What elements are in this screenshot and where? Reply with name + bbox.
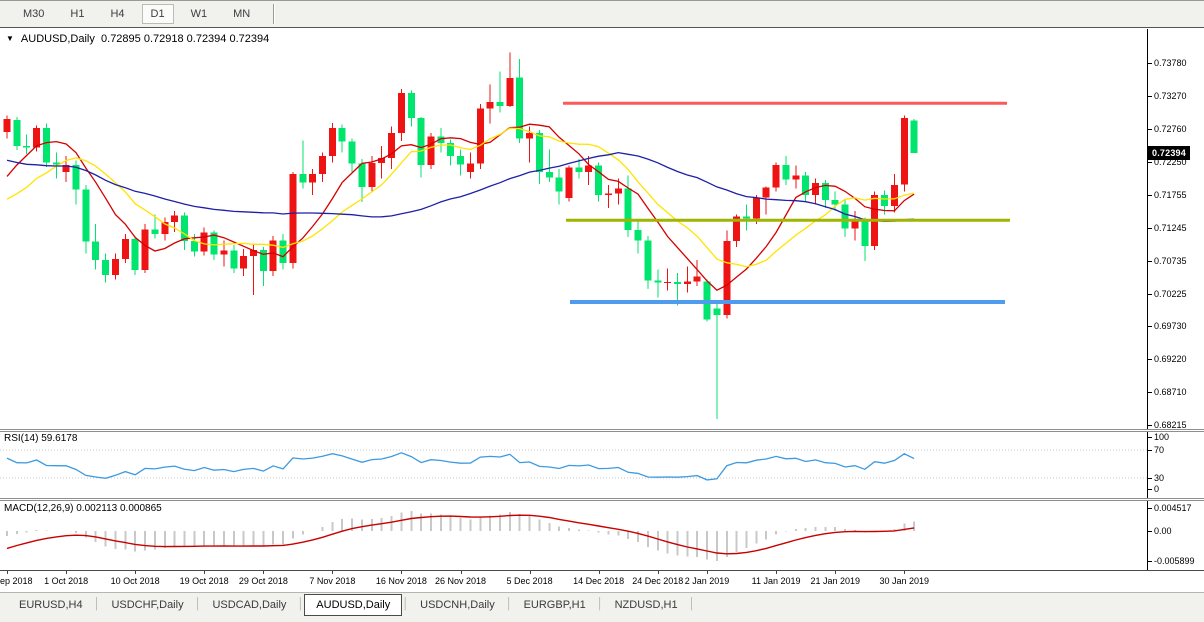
price-axis-label: 0.73780 bbox=[1154, 58, 1187, 68]
macd-window-splitter[interactable] bbox=[0, 498, 1204, 501]
price-tick bbox=[1147, 195, 1152, 196]
rsi-axis-label: 0 bbox=[1154, 484, 1159, 494]
rsi-tick bbox=[1147, 437, 1152, 438]
tab-separator: │ bbox=[94, 598, 101, 610]
price-tick bbox=[1147, 96, 1152, 97]
rsi-window-splitter[interactable] bbox=[0, 429, 1204, 432]
macd-canvas[interactable] bbox=[0, 501, 1147, 570]
date-label: 5 Dec 2018 bbox=[493, 576, 567, 586]
price-tick bbox=[1147, 359, 1152, 360]
tab-eurusd-h4[interactable]: EURUSD,H4 bbox=[8, 595, 94, 615]
time-axis[interactable]: 21 Sep 20181 Oct 201810 Oct 201819 Oct 2… bbox=[0, 571, 1204, 592]
price-tick bbox=[1147, 326, 1152, 327]
mt4-terminal: { "toolbar": { "timeframes": [ {"label":… bbox=[0, 0, 1204, 622]
date-tick bbox=[135, 571, 136, 574]
price-axis-label: 0.70225 bbox=[1154, 289, 1187, 299]
tab-usdchf-daily[interactable]: USDCHF,Daily bbox=[100, 595, 194, 615]
price-axis-label: 0.68215 bbox=[1154, 420, 1187, 430]
price-axis-label: 0.72760 bbox=[1154, 124, 1187, 134]
tab-eurgbp-h1[interactable]: EURGBP,H1 bbox=[513, 595, 597, 615]
date-label: 10 Oct 2018 bbox=[98, 576, 172, 586]
toolbar-separator bbox=[273, 4, 275, 24]
price-axis-label: 0.71755 bbox=[1154, 190, 1187, 200]
rsi-tick bbox=[1147, 478, 1152, 479]
date-label: 7 Nov 2018 bbox=[295, 576, 369, 586]
price-tick bbox=[1147, 425, 1152, 426]
tab-separator: │ bbox=[195, 598, 202, 610]
price-tick bbox=[1147, 162, 1152, 163]
rsi-label: RSI(14) 59.6178 bbox=[4, 433, 77, 444]
timeframe-toolbar: M30 H1 H4 D1 W1 MN bbox=[0, 0, 1204, 28]
price-axis-label: 0.68710 bbox=[1154, 387, 1187, 397]
date-tick bbox=[332, 571, 333, 574]
date-label: 1 Oct 2018 bbox=[29, 576, 103, 586]
price-axis-label: 0.69220 bbox=[1154, 354, 1187, 364]
price-axis-label: 0.70735 bbox=[1154, 256, 1187, 266]
date-tick bbox=[7, 571, 8, 574]
tab-separator: │ bbox=[689, 598, 696, 610]
rsi-canvas[interactable] bbox=[0, 432, 1147, 497]
price-tick bbox=[1147, 129, 1152, 130]
ohlc-readout: 0.72895 0.72918 0.72394 0.72394 bbox=[101, 33, 269, 45]
tab-nzdusd-h1[interactable]: NZDUSD,H1 bbox=[604, 595, 689, 615]
date-tick bbox=[776, 571, 777, 574]
rsi-tick bbox=[1147, 489, 1152, 490]
timeframe-button-m30[interactable]: M30 bbox=[14, 4, 53, 24]
time-axis-line bbox=[0, 570, 1204, 571]
rsi-tick bbox=[1147, 450, 1152, 451]
price-tick bbox=[1147, 294, 1152, 295]
macd-tick bbox=[1147, 561, 1152, 562]
symbol-dropdown-icon[interactable]: ▼ bbox=[6, 34, 14, 43]
date-tick bbox=[835, 571, 836, 574]
tab-separator: │ bbox=[297, 598, 304, 610]
tab-audusd-daily[interactable]: AUDUSD,Daily bbox=[304, 594, 402, 616]
date-label: 21 Jan 2019 bbox=[798, 576, 872, 586]
rsi-axis-label: 100 bbox=[1154, 432, 1169, 442]
date-tick bbox=[658, 571, 659, 574]
date-tick bbox=[599, 571, 600, 574]
date-tick bbox=[461, 571, 462, 574]
tab-usdcad-daily[interactable]: USDCAD,Daily bbox=[201, 595, 297, 615]
price-axis-label: 0.69730 bbox=[1154, 321, 1187, 331]
date-tick bbox=[401, 571, 402, 574]
date-tick bbox=[204, 571, 205, 574]
macd-axis-label: 0.00 bbox=[1154, 526, 1172, 536]
timeframe-button-mn[interactable]: MN bbox=[224, 4, 259, 24]
price-axis-label: 0.73270 bbox=[1154, 91, 1187, 101]
date-tick bbox=[904, 571, 905, 574]
timeframe-button-h4[interactable]: H4 bbox=[101, 4, 133, 24]
tab-separator: │ bbox=[402, 598, 409, 610]
tab-usdcnh-daily[interactable]: USDCNH,Daily bbox=[409, 595, 506, 615]
price-tick bbox=[1147, 261, 1152, 262]
macd-axis-label: -0.005899 bbox=[1154, 556, 1195, 566]
date-tick bbox=[263, 571, 264, 574]
timeframe-button-d1[interactable]: D1 bbox=[142, 4, 174, 24]
date-tick bbox=[66, 571, 67, 574]
timeframe-button-w1[interactable]: W1 bbox=[182, 4, 217, 24]
date-label: 26 Nov 2018 bbox=[424, 576, 498, 586]
date-label: 2 Jan 2019 bbox=[670, 576, 744, 586]
chart-title: ▼ AUDUSD,Daily 0.72895 0.72918 0.72394 0.… bbox=[6, 33, 269, 45]
tab-separator: │ bbox=[506, 598, 513, 610]
macd-label: MACD(12,26,9) 0.002113 0.000865 bbox=[4, 503, 162, 514]
macd-axis-label: 0.004517 bbox=[1154, 503, 1192, 513]
price-axis-label: 0.71245 bbox=[1154, 223, 1187, 233]
timeframe-button-h1[interactable]: H1 bbox=[61, 4, 93, 24]
macd-tick bbox=[1147, 531, 1152, 532]
rsi-axis-label: 30 bbox=[1154, 473, 1164, 483]
symbol-label: AUDUSD,Daily bbox=[21, 33, 95, 45]
current-price-badge: 0.72394 bbox=[1148, 146, 1190, 160]
price-tick bbox=[1147, 228, 1152, 229]
date-tick bbox=[707, 571, 708, 574]
date-label: 29 Oct 2018 bbox=[226, 576, 300, 586]
date-label: 30 Jan 2019 bbox=[867, 576, 941, 586]
price-tick bbox=[1147, 63, 1152, 64]
macd-tick bbox=[1147, 508, 1152, 509]
price-tick bbox=[1147, 392, 1152, 393]
chart-tab-bar: EURUSD,H4│USDCHF,Daily│USDCAD,Daily│AUDU… bbox=[0, 592, 1204, 622]
main-chart-canvas[interactable] bbox=[0, 29, 1147, 429]
date-tick bbox=[530, 571, 531, 574]
rsi-axis-label: 70 bbox=[1154, 445, 1164, 455]
tab-separator: │ bbox=[597, 598, 604, 610]
